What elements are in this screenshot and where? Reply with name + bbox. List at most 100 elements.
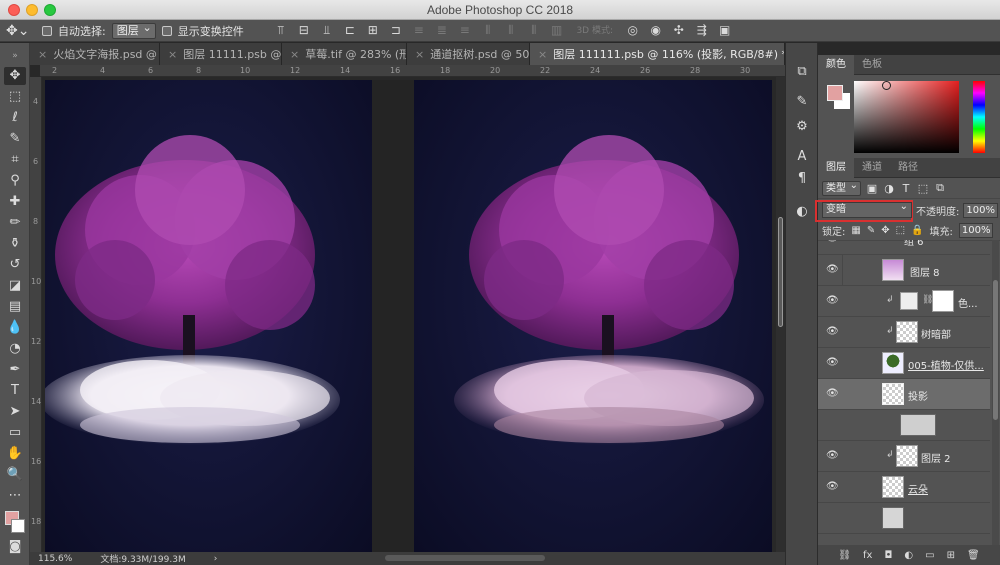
crop-tool-icon[interactable]: ⌗ [4,151,26,169]
tab-document-2[interactable]: × 图层 11111.psb @ 1... [160,43,282,65]
lock-all-icon[interactable]: 🔒 [911,225,923,236]
visibility-eye-icon[interactable]: 👁 [826,240,839,244]
character-panel-icon[interactable]: A [793,148,811,166]
layer-row[interactable]: 👁 ↲ 图层 2 [818,441,990,472]
visibility-eye-icon[interactable]: 👁 [826,264,839,275]
zoom-tool-icon[interactable]: 🔍 [4,466,26,484]
lasso-tool-icon[interactable]: ℓ [4,109,26,127]
history-brush-tool-icon[interactable]: ↺ [4,256,26,274]
properties-panel-icon[interactable]: ◐ [793,203,811,221]
hue-slider[interactable] [973,81,985,153]
new-group-icon[interactable]: ▭ [925,550,934,561]
tab-channels[interactable]: 通道 [854,158,890,178]
3d-pan-icon[interactable]: ✣ [672,23,686,38]
3d-slide-icon[interactable]: ⇶ [695,23,709,38]
adjustments-panel-icon[interactable]: ⚙ [793,118,811,136]
scrollbar-thumb[interactable] [778,217,783,327]
zoom-level[interactable]: 115.6% [38,554,72,564]
path-select-tool-icon[interactable]: ➤ [4,403,26,421]
history-panel-icon[interactable]: ⧉ [793,63,811,81]
color-field[interactable] [854,81,959,153]
layer-row[interactable]: 👁 ↲ 树暗部 [818,317,990,348]
visibility-eye-icon[interactable]: 👁 [826,326,839,337]
foreground-color-chip[interactable] [827,85,843,101]
tab-document-3[interactable]: × 草莓.tif @ 283% (形... [282,43,407,65]
marquee-tool-icon[interactable]: ⬚ [4,88,26,106]
canvas-before[interactable] [45,80,372,552]
status-menu-arrow[interactable]: › [214,554,218,564]
visibility-eye-icon[interactable]: 👁 [826,295,839,306]
lock-artboard-icon[interactable]: ⬚ [896,225,905,236]
eraser-tool-icon[interactable]: ◪ [4,277,26,295]
shape-filter-icon[interactable]: ⬚ [917,182,929,195]
align-top-icon[interactable]: ⫪ [274,23,288,38]
3d-orbit-icon[interactable]: ◎ [626,23,640,38]
layer-row-group[interactable]: 👁 组 6 [818,240,990,255]
type-filter-icon[interactable]: T [900,182,912,195]
close-tab-icon[interactable]: × [168,48,177,61]
collapse-toolbar-icon[interactable]: » [4,47,26,65]
blur-tool-icon[interactable]: 💧 [4,319,26,337]
align-right-icon[interactable]: ⊐ [389,23,403,38]
layer-row[interactable]: 👁 云朵 [818,472,990,503]
auto-select-target-dropdown[interactable]: 图层 [111,21,156,39]
fill-input[interactable]: 100% [958,223,994,238]
layer-row[interactable]: 👁 005-植物-仅供... [818,348,990,379]
lock-pixels-icon[interactable]: ✎ [867,225,875,236]
scrollbar-thumb[interactable] [993,280,998,420]
eyedropper-tool-icon[interactable]: ⚲ [4,172,26,190]
adjustment-filter-icon[interactable]: ◑ [883,182,895,195]
lock-position-icon[interactable]: ✥ [881,225,889,236]
canvas-vertical-scrollbar[interactable] [776,77,785,552]
visibility-eye-icon[interactable]: 👁 [826,388,839,399]
distribute-bottom-icon[interactable]: ≡ [458,23,472,38]
layer-row[interactable] [818,410,990,441]
canvas-horizontal-scrollbar[interactable] [385,555,545,561]
tab-swatches[interactable]: 色板 [854,55,890,75]
brush-settings-panel-icon[interactable]: ✎ [793,93,811,111]
new-layer-icon[interactable]: ⊞ [947,550,955,561]
close-tab-icon[interactable]: × [415,48,424,61]
move-tool-icon[interactable]: ✥ [4,67,26,85]
tab-document-4[interactable]: × 通道抠树.psd @ 50%... [407,43,530,65]
blend-mode-dropdown[interactable]: 变暗 [822,200,912,218]
layer-style-icon[interactable]: fx [863,550,872,561]
move-tool-preset-icon[interactable]: ✥⌄ [6,23,36,39]
tab-document-active[interactable]: × 图层 111111.psb @ 116% (投影, RGB/8#) * [530,43,785,65]
auto-select-checkbox[interactable] [42,25,52,36]
3d-scale-icon[interactable]: ▣ [718,23,732,38]
paragraph-panel-icon[interactable]: ¶ [793,170,811,188]
layer-row-selected[interactable]: 👁 投影 [818,379,990,410]
rectangle-tool-icon[interactable]: ▭ [4,424,26,442]
distribute-left-icon[interactable]: ⦀ [481,23,495,38]
new-adjustment-layer-icon[interactable]: ◐ [904,550,913,561]
layer-kind-filter[interactable]: 类型 [822,179,861,196]
type-tool-icon[interactable]: T [4,382,26,400]
align-hcenter-icon[interactable]: ⊞ [366,23,380,38]
quick-select-tool-icon[interactable]: ✎ [4,130,26,148]
tab-document-1[interactable]: × 火焰文字海报.psd @ ... [30,43,160,65]
quick-mask-icon[interactable]: ◙ [4,538,26,556]
healing-brush-tool-icon[interactable]: ✚ [4,193,26,211]
close-tab-icon[interactable]: × [38,48,47,61]
layer-mask-thumbnail[interactable] [932,290,954,312]
color-picker-cursor[interactable] [882,81,891,90]
close-tab-icon[interactable]: × [290,48,299,61]
close-tab-icon[interactable]: × [538,48,547,61]
link-layers-icon[interactable]: ⛓ [838,550,851,561]
canvas-workspace[interactable] [42,77,785,552]
gradient-tool-icon[interactable]: ▤ [4,298,26,316]
dodge-tool-icon[interactable]: ◔ [4,340,26,358]
visibility-eye-icon[interactable]: 👁 [826,450,839,461]
more-tools-icon[interactable]: ⋯ [4,487,26,505]
visibility-eye-icon[interactable]: 👁 [826,481,839,492]
3d-roll-icon[interactable]: ◉ [649,23,663,38]
align-left-icon[interactable]: ⊏ [343,23,357,38]
distribute-top-icon[interactable]: ≡ [412,23,426,38]
delete-layer-icon[interactable]: 🗑 [967,550,980,561]
clone-stamp-tool-icon[interactable]: ⚱ [4,235,26,253]
pixel-filter-icon[interactable]: ▣ [866,182,878,195]
brush-tool-icon[interactable]: ✏ [4,214,26,232]
distribute-hcenter-icon[interactable]: ⦀ [504,23,518,38]
pen-tool-icon[interactable]: ✒ [4,361,26,379]
